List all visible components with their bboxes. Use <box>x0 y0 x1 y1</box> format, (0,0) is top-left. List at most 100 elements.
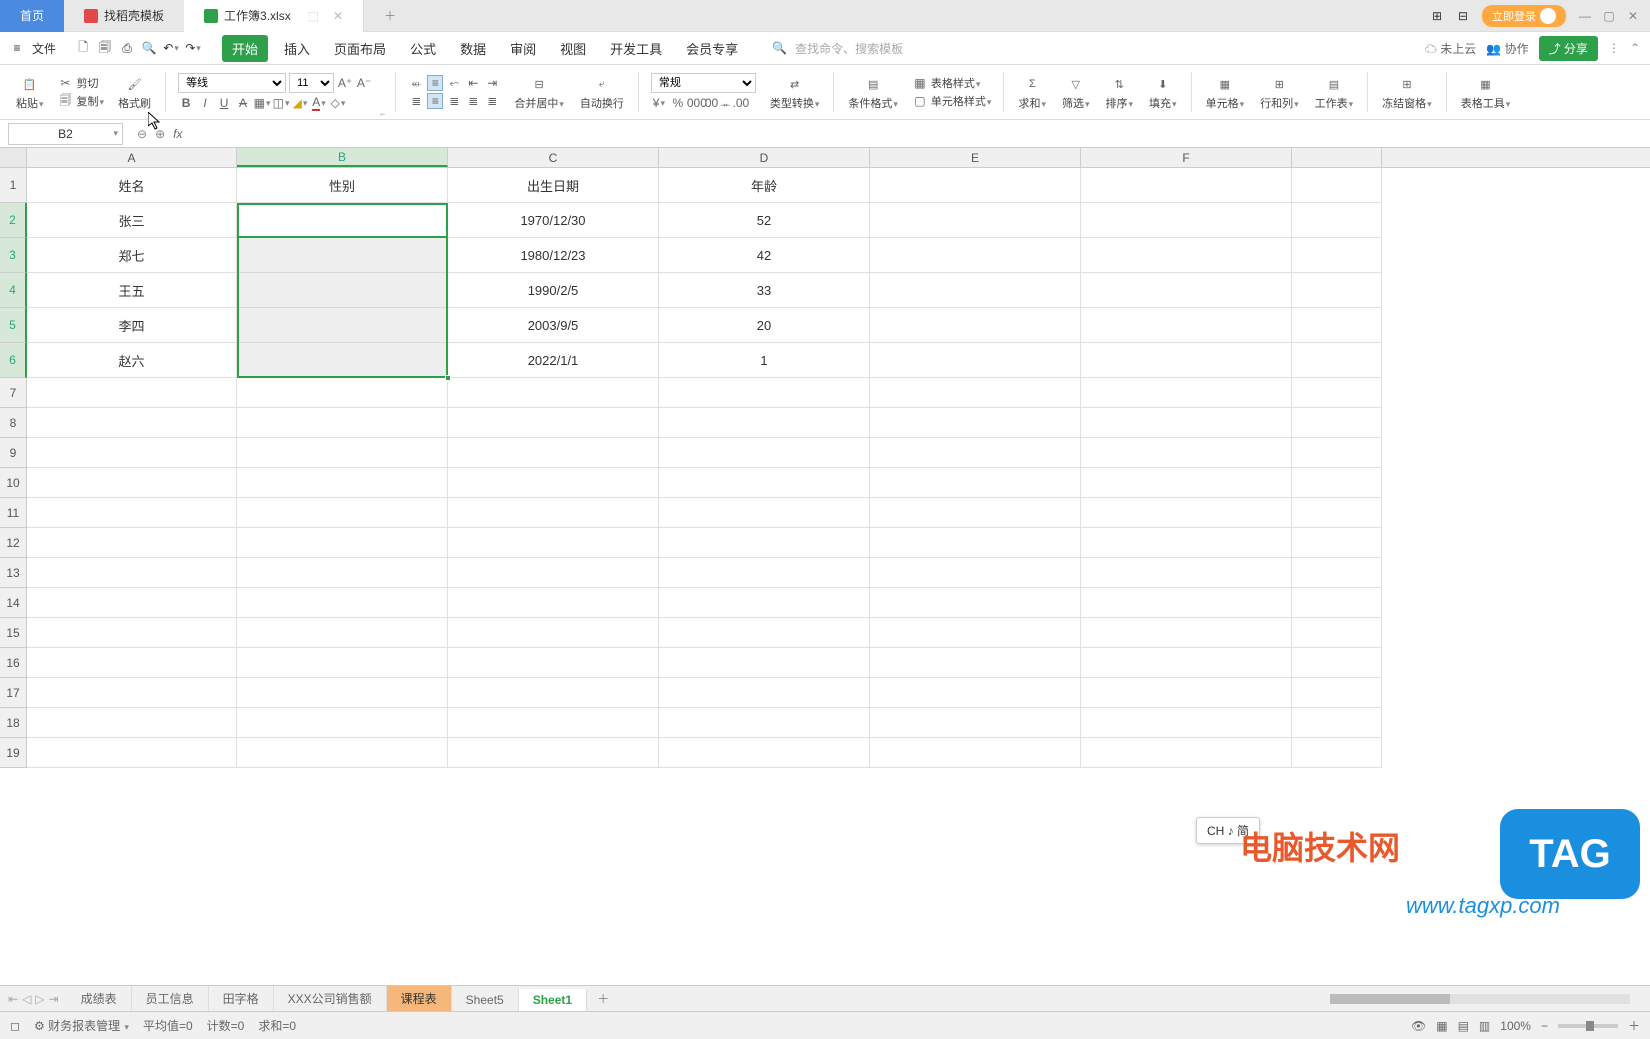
cell-G17[interactable] <box>1292 678 1382 708</box>
cell-A4[interactable]: 王五 <box>27 273 237 308</box>
cell-C8[interactable] <box>448 408 659 438</box>
cell-C7[interactable] <box>448 378 659 408</box>
cell-A1[interactable]: 姓名 <box>27 168 237 203</box>
cell-D15[interactable] <box>659 618 870 648</box>
cell-D18[interactable] <box>659 708 870 738</box>
cell-C17[interactable] <box>448 678 659 708</box>
cell-G1[interactable] <box>1292 168 1382 203</box>
menu-start[interactable]: 开始 <box>222 35 268 62</box>
row-header-19[interactable]: 19 <box>0 738 27 768</box>
cell-D3[interactable]: 42 <box>659 238 870 273</box>
cell-E11[interactable] <box>870 498 1081 528</box>
cell-A5[interactable]: 李四 <box>27 308 237 343</box>
cell-F19[interactable] <box>1081 738 1292 768</box>
sheet-first-icon[interactable]: ⇤ <box>8 992 18 1006</box>
tab-templates[interactable]: 找稻壳模板 <box>64 0 184 32</box>
format-painter-button[interactable]: 🖌 格式刷 <box>112 73 157 111</box>
cond-format-button[interactable]: ▤ 条件格式▾ <box>842 73 904 111</box>
cell-F8[interactable] <box>1081 408 1292 438</box>
cell-A9[interactable] <box>27 438 237 468</box>
cell-E3[interactable] <box>870 238 1081 273</box>
cell-D16[interactable] <box>659 648 870 678</box>
cell-C16[interactable] <box>448 648 659 678</box>
cell-G11[interactable] <box>1292 498 1382 528</box>
cell-D9[interactable] <box>659 438 870 468</box>
percent-icon[interactable]: % <box>670 95 686 111</box>
status-mgr[interactable]: ⚙ 财务报表管理 ▾ <box>34 1017 129 1034</box>
cell-E18[interactable] <box>870 708 1081 738</box>
select-all-corner[interactable] <box>0 148 27 167</box>
cell-B6[interactable] <box>237 343 448 378</box>
cell-A19[interactable] <box>27 738 237 768</box>
view-page-icon[interactable]: ▤ <box>1458 1019 1469 1033</box>
align-bottom-icon[interactable]: ⬿ <box>446 75 462 91</box>
cell-F5[interactable] <box>1081 308 1292 343</box>
font-size-select[interactable]: 11 <box>289 73 334 93</box>
cell-A15[interactable] <box>27 618 237 648</box>
zoom-in-icon[interactable]: ＋ <box>1628 1017 1640 1034</box>
formula-input[interactable] <box>188 123 1650 145</box>
cell-B15[interactable] <box>237 618 448 648</box>
view-normal-icon[interactable]: ▦ <box>1436 1019 1447 1033</box>
cell-G8[interactable] <box>1292 408 1382 438</box>
h-scrollbar[interactable] <box>1330 994 1630 1004</box>
cell-G2[interactable] <box>1292 203 1382 238</box>
row-header-10[interactable]: 10 <box>0 468 27 498</box>
cell-B5[interactable] <box>237 308 448 343</box>
font-select[interactable]: 等线 <box>178 73 286 93</box>
save-as-icon[interactable]: 🗐 <box>98 41 112 55</box>
cell-G6[interactable] <box>1292 343 1382 378</box>
cell-shading-button[interactable]: ◫▾ <box>273 95 289 111</box>
cell-F10[interactable] <box>1081 468 1292 498</box>
cell-B2[interactable] <box>237 203 448 238</box>
worksheet-button[interactable]: ▤工作表▾ <box>1309 73 1360 111</box>
cell-A11[interactable] <box>27 498 237 528</box>
cell-B7[interactable] <box>237 378 448 408</box>
apps-icon[interactable]: ⊟ <box>1456 9 1470 23</box>
insert-fx-icon[interactable]: ⊕ <box>155 127 165 141</box>
sheet-next-icon[interactable]: ▷ <box>35 992 44 1006</box>
cell-E9[interactable] <box>870 438 1081 468</box>
cell-C1[interactable]: 出生日期 <box>448 168 659 203</box>
row-header-17[interactable]: 17 <box>0 678 27 708</box>
align-right-icon[interactable]: ≣ <box>446 93 462 109</box>
redo-icon[interactable]: ↷▾ <box>186 41 200 55</box>
file-menu[interactable]: 文件 <box>32 40 56 57</box>
align-top-icon[interactable]: ⬴ <box>408 75 424 91</box>
cell-F14[interactable] <box>1081 588 1292 618</box>
cell-D13[interactable] <box>659 558 870 588</box>
cell-E14[interactable] <box>870 588 1081 618</box>
merge-center-button[interactable]: ⊟ 合并居中▾ <box>508 73 570 111</box>
cell-B12[interactable] <box>237 528 448 558</box>
row-header-3[interactable]: 3 <box>0 238 27 273</box>
copy-button[interactable]: 🗐复制▾ <box>58 93 105 109</box>
cell-A3[interactable]: 郑七 <box>27 238 237 273</box>
cell-E19[interactable] <box>870 738 1081 768</box>
cell-G4[interactable] <box>1292 273 1382 308</box>
sort-button[interactable]: ⇅排序▾ <box>1100 73 1140 111</box>
cell-A7[interactable] <box>27 378 237 408</box>
cell-F12[interactable] <box>1081 528 1292 558</box>
fill-button[interactable]: ⬇填充▾ <box>1143 73 1183 111</box>
cell-F1[interactable] <box>1081 168 1292 203</box>
collab-button[interactable]: 👥 协作 <box>1486 40 1528 57</box>
sheet-tab[interactable]: 员工信息 <box>132 986 209 1011</box>
row-header-1[interactable]: 1 <box>0 168 27 203</box>
cell-A6[interactable]: 赵六 <box>27 343 237 378</box>
sheet-last-icon[interactable]: ⇥ <box>49 992 59 1006</box>
cell-G10[interactable] <box>1292 468 1382 498</box>
cell-G7[interactable] <box>1292 378 1382 408</box>
italic-button[interactable]: I <box>197 95 213 111</box>
cell-C6[interactable]: 2022/1/1 <box>448 343 659 378</box>
cell-E4[interactable] <box>870 273 1081 308</box>
cell-B8[interactable] <box>237 408 448 438</box>
cell-A2[interactable]: 张三 <box>27 203 237 238</box>
cell-D8[interactable] <box>659 408 870 438</box>
cell-C11[interactable] <box>448 498 659 528</box>
row-header-7[interactable]: 7 <box>0 378 27 408</box>
tab-add[interactable]: ＋ <box>364 0 416 32</box>
cell-A12[interactable] <box>27 528 237 558</box>
more-icon[interactable]: ⋮ <box>1608 41 1620 55</box>
cell-D10[interactable] <box>659 468 870 498</box>
cell-C4[interactable]: 1990/2/5 <box>448 273 659 308</box>
